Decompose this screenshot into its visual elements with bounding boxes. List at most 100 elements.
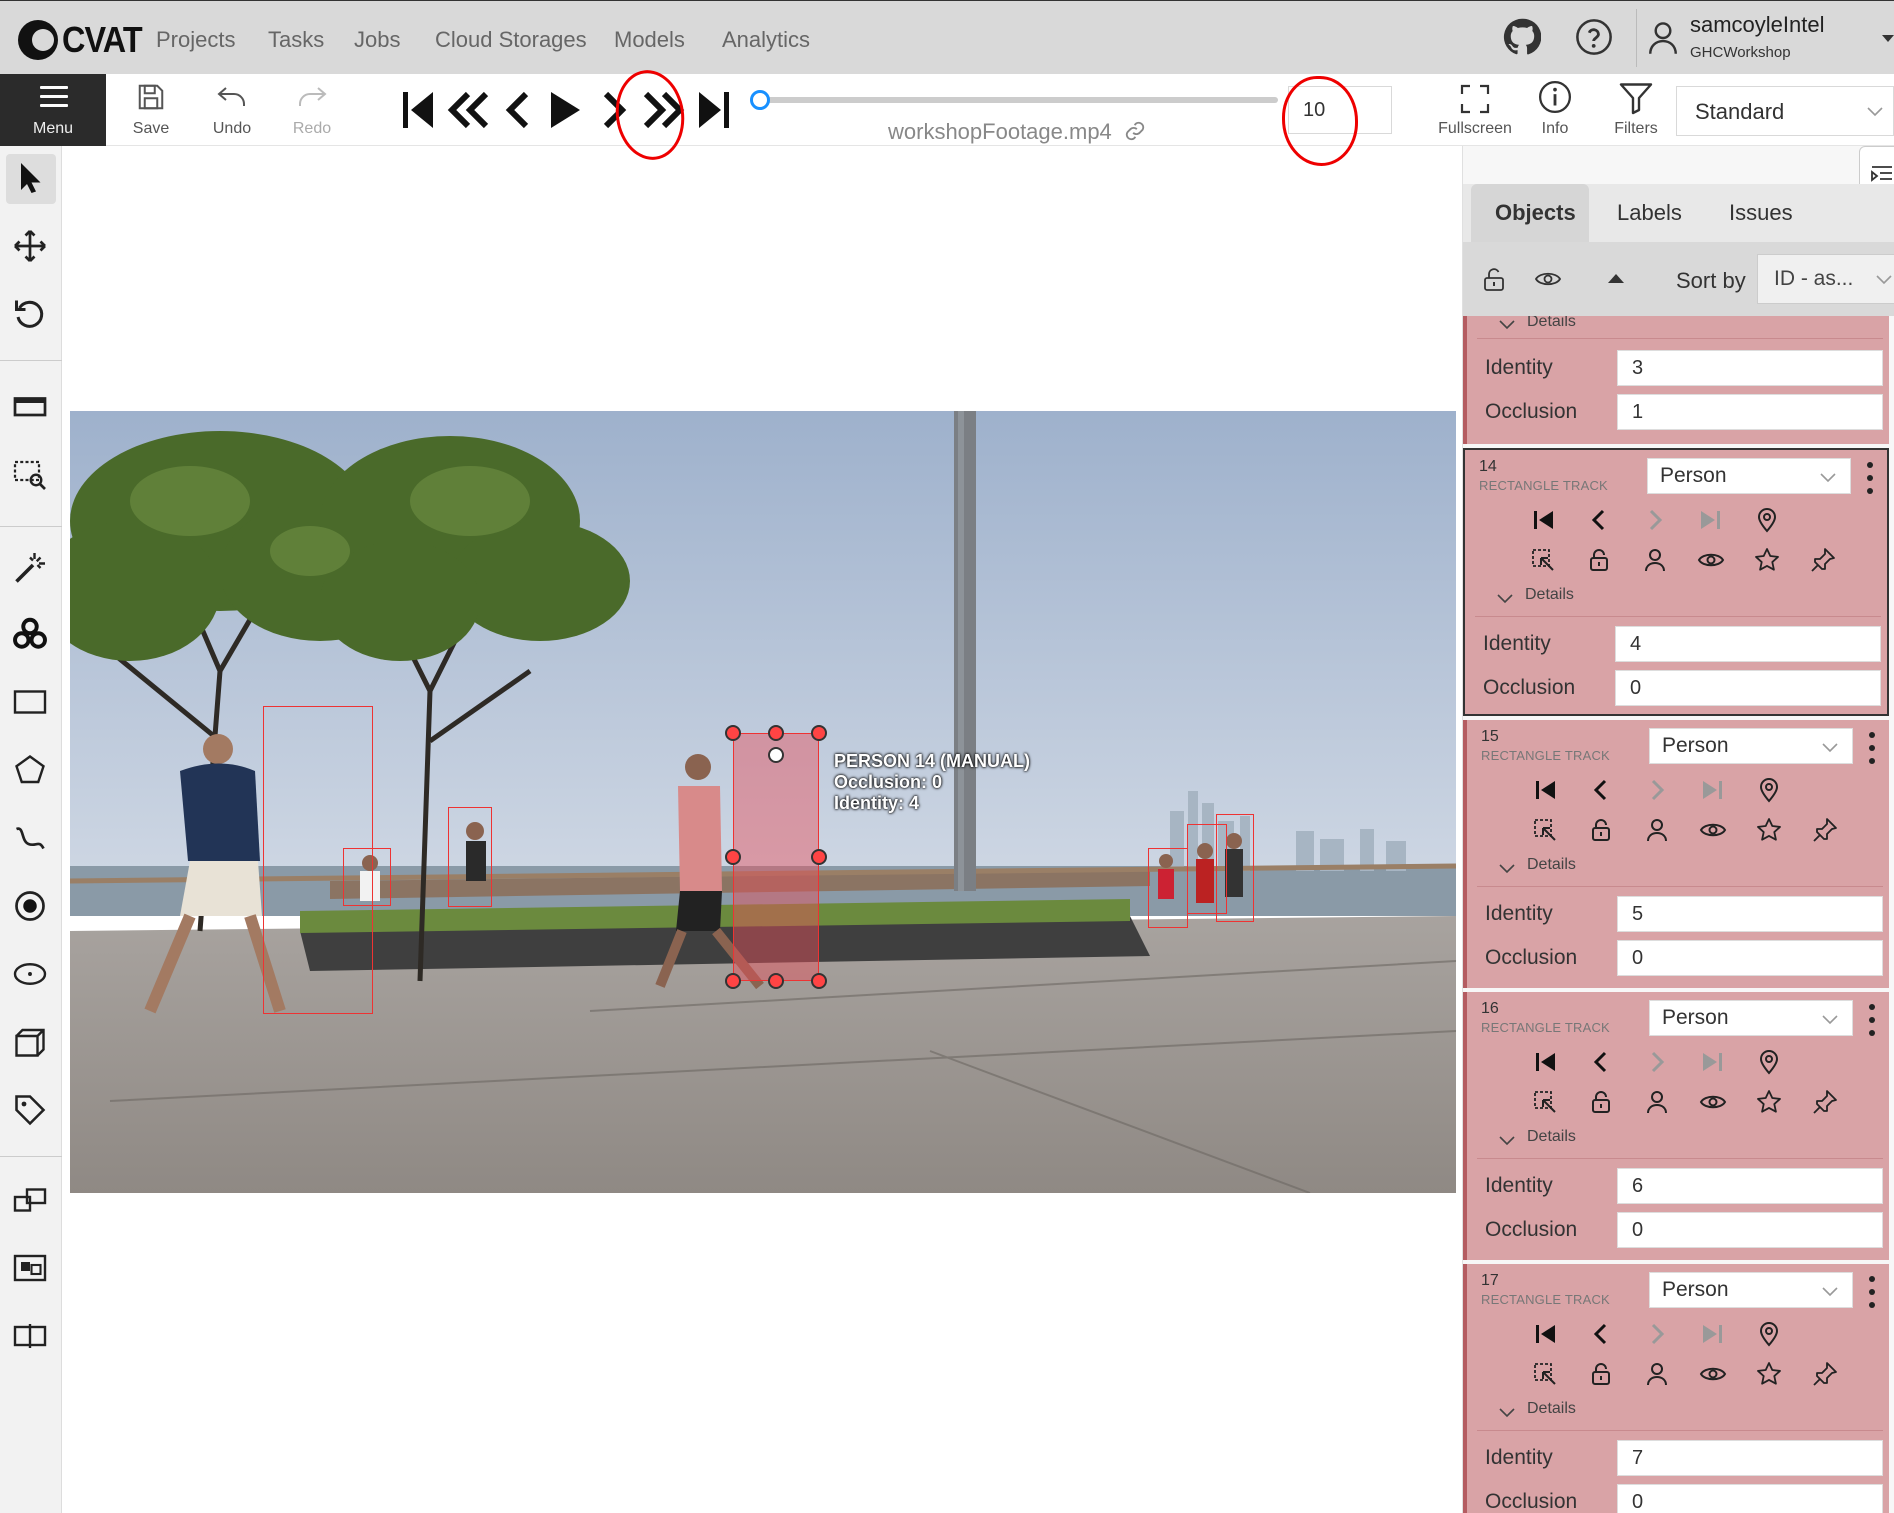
pin-icon[interactable] <box>1809 546 1837 574</box>
last-frame-icon[interactable] <box>697 88 731 132</box>
star-icon[interactable] <box>1755 1088 1783 1116</box>
keyframe-location-icon[interactable] <box>1753 506 1781 534</box>
chevron-down-icon[interactable] <box>1499 1408 1515 1418</box>
resize-handle[interactable] <box>725 973 741 989</box>
zoom-region-icon[interactable] <box>12 456 48 492</box>
cvat-logo[interactable]: CVAT <box>18 19 151 61</box>
pin-icon[interactable] <box>1811 1360 1839 1388</box>
redo-button[interactable]: Redo <box>284 74 340 146</box>
fullscreen-icon[interactable] <box>1460 84 1490 114</box>
next-keyframe-icon[interactable] <box>1641 506 1669 534</box>
link-icon[interactable] <box>1124 120 1146 142</box>
sort-select[interactable]: ID - as... <box>1757 254 1894 304</box>
fit-image-icon[interactable] <box>12 388 48 424</box>
previous-keyframe-icon[interactable] <box>1587 1320 1615 1348</box>
save-button[interactable]: Save <box>124 74 178 146</box>
user-name[interactable]: samcoyleIntel <box>1690 12 1825 38</box>
keyframe-location-icon[interactable] <box>1755 1320 1783 1348</box>
pin-icon[interactable] <box>1811 816 1839 844</box>
frame-slider-track[interactable] <box>758 97 1278 103</box>
nav-models[interactable]: Models <box>614 27 685 53</box>
object-card[interactable]: 16 RECTANGLE TRACK Person Details Identity 6… <box>1463 992 1889 1260</box>
tab-issues[interactable]: Issues <box>1729 200 1793 226</box>
resize-handle[interactable] <box>811 973 827 989</box>
outside-icon[interactable] <box>1529 546 1557 574</box>
star-icon[interactable] <box>1755 816 1783 844</box>
identity-input[interactable]: 7 <box>1617 1440 1883 1476</box>
nav-analytics[interactable]: Analytics <box>722 27 810 53</box>
occluded-person-icon[interactable] <box>1643 816 1671 844</box>
rotation-handle[interactable] <box>768 747 784 763</box>
tab-objects[interactable]: Objects <box>1495 200 1576 226</box>
details-toggle[interactable]: Details <box>1527 1400 1576 1418</box>
chevron-down-icon[interactable] <box>1497 594 1513 604</box>
details-toggle[interactable]: Details <box>1525 586 1574 604</box>
rectangle-tool-icon[interactable] <box>12 684 48 720</box>
frame-slider-thumb[interactable] <box>750 90 770 110</box>
last-keyframe-icon[interactable] <box>1699 1320 1727 1348</box>
label-select[interactable]: Person <box>1647 458 1851 494</box>
help-icon[interactable] <box>1575 18 1613 56</box>
nav-projects[interactable]: Projects <box>156 27 235 53</box>
keyframe-location-icon[interactable] <box>1755 1048 1783 1076</box>
outside-icon[interactable] <box>1531 1360 1559 1388</box>
label-select[interactable]: Person <box>1649 1000 1853 1036</box>
nav-jobs[interactable]: Jobs <box>354 27 400 53</box>
user-organization[interactable]: GHCWorkshop <box>1690 44 1791 61</box>
filters-label[interactable]: Filters <box>1604 120 1668 138</box>
details-toggle[interactable]: Details <box>1527 856 1576 874</box>
bounding-box-track[interactable] <box>343 848 391 906</box>
lock-icon[interactable] <box>1587 1360 1615 1388</box>
more-options-icon[interactable] <box>1867 730 1877 766</box>
eye-icon[interactable] <box>1699 1088 1727 1116</box>
tab-labels[interactable]: Labels <box>1617 200 1682 226</box>
info-icon[interactable] <box>1538 80 1572 114</box>
last-keyframe-icon[interactable] <box>1699 1048 1727 1076</box>
first-keyframe-icon[interactable] <box>1531 776 1559 804</box>
resize-handle[interactable] <box>811 849 827 865</box>
collapse-all-caret-icon[interactable] <box>1607 272 1625 284</box>
previous-keyframe-icon[interactable] <box>1587 1048 1615 1076</box>
selected-bounding-box[interactable] <box>733 733 819 981</box>
lock-icon[interactable] <box>1587 1088 1615 1116</box>
first-keyframe-icon[interactable] <box>1529 506 1557 534</box>
pin-icon[interactable] <box>1811 1088 1839 1116</box>
occlusion-input[interactable]: 0 <box>1617 1484 1883 1513</box>
previous-frame-icon[interactable] <box>504 88 530 132</box>
resize-handle[interactable] <box>725 725 741 741</box>
next-keyframe-icon[interactable] <box>1643 776 1671 804</box>
eye-icon[interactable] <box>1697 546 1725 574</box>
occlusion-input[interactable]: 0 <box>1617 1212 1883 1248</box>
chevron-down-icon[interactable] <box>1499 1136 1515 1146</box>
info-label[interactable]: Info <box>1525 120 1585 138</box>
fast-backward-icon[interactable] <box>446 88 490 132</box>
lock-icon[interactable] <box>1587 816 1615 844</box>
filter-icon[interactable] <box>1618 80 1654 116</box>
occlusion-input[interactable]: 1 <box>1617 394 1883 430</box>
menu-button[interactable]: Menu <box>0 74 106 146</box>
object-card[interactable]: 17 RECTANGLE TRACK Person Details Identity 7… <box>1463 1264 1889 1513</box>
previous-keyframe-icon[interactable] <box>1587 776 1615 804</box>
nav-tasks[interactable]: Tasks <box>268 27 324 53</box>
object-card[interactable]: 14 RECTANGLE TRACK Person Details Identity 4… <box>1463 448 1889 716</box>
user-icon[interactable] <box>1648 21 1678 55</box>
group-shapes-icon[interactable] <box>12 1250 48 1286</box>
outside-icon[interactable] <box>1531 1088 1559 1116</box>
resize-handle[interactable] <box>811 725 827 741</box>
details-toggle[interactable]: Details <box>1527 1128 1576 1146</box>
bounding-box-track[interactable] <box>1216 814 1254 922</box>
star-icon[interactable] <box>1755 1360 1783 1388</box>
magic-wand-icon[interactable] <box>12 550 48 586</box>
play-icon[interactable] <box>548 88 582 132</box>
occlusion-input[interactable]: 0 <box>1617 940 1883 976</box>
first-keyframe-icon[interactable] <box>1531 1320 1559 1348</box>
split-track-icon[interactable] <box>12 1318 48 1354</box>
last-keyframe-icon[interactable] <box>1697 506 1725 534</box>
rotate-icon[interactable] <box>12 296 48 332</box>
bounding-box-track[interactable] <box>1148 848 1188 928</box>
first-frame-icon[interactable] <box>401 88 435 132</box>
polyline-tool-icon[interactable] <box>12 820 48 856</box>
workspace-select[interactable]: Standard <box>1676 86 1894 136</box>
fullscreen-label[interactable]: Fullscreen <box>1430 120 1520 138</box>
eye-show-all-icon[interactable] <box>1535 270 1561 288</box>
